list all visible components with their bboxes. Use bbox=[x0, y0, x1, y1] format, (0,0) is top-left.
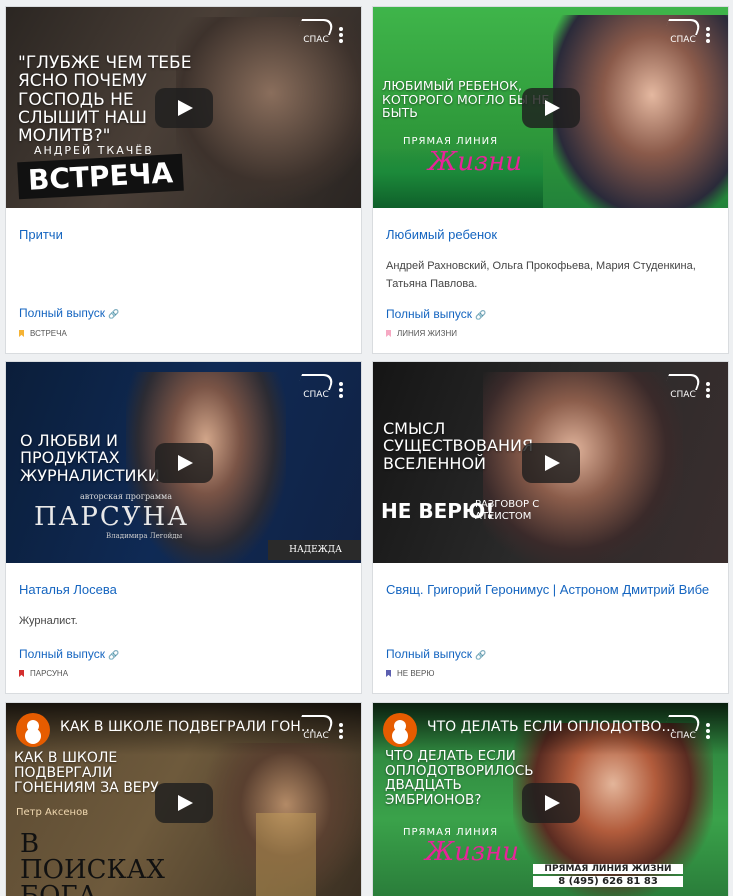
card-description: Журналист. bbox=[19, 615, 78, 627]
video-card: ЧТО ДЕЛАТЬ ЕСЛИ ОПЛОДОТВОРИЛОСЬ ДВАДЦАТЬ… bbox=[372, 702, 729, 896]
thumbnail-badge: НАДЕЖДА bbox=[268, 540, 361, 560]
bookmark-icon bbox=[386, 670, 391, 677]
category-tag[interactable]: Встреча bbox=[19, 329, 67, 338]
more-options-icon[interactable] bbox=[339, 382, 343, 400]
full-episode-link[interactable]: Полный выпуск 🔗 bbox=[19, 647, 119, 661]
card-title[interactable]: Притчи bbox=[19, 225, 348, 245]
card-title[interactable]: Любимый ребенок bbox=[386, 225, 715, 245]
channel-logo: СПАС bbox=[663, 711, 703, 743]
thumbnail-show-name: Парсуна bbox=[34, 502, 189, 532]
thumbnail-show-name: Жизни bbox=[425, 837, 520, 867]
thumbnail-show-name: Жизни bbox=[428, 147, 523, 177]
play-button[interactable] bbox=[154, 87, 213, 128]
category-tag[interactable]: Парсуна bbox=[19, 669, 68, 678]
link-icon: 🔗 bbox=[474, 310, 487, 320]
thumbnail-author: Владимира Легойды bbox=[106, 532, 183, 540]
more-options-icon[interactable] bbox=[706, 723, 710, 741]
thumbnail-headline: Что делать если оплодотворилось двадцать… bbox=[385, 748, 534, 808]
more-options-icon[interactable] bbox=[339, 723, 343, 741]
thumbnail-phone-number: 8 (495) 626 81 83 bbox=[533, 876, 683, 887]
video-card: О любви и продуктах журналистики авторск… bbox=[5, 361, 362, 694]
bookmark-icon bbox=[19, 670, 24, 677]
video-card: Смысл существования вселенной Не верю! Р… bbox=[372, 361, 729, 694]
more-options-icon[interactable] bbox=[706, 382, 710, 400]
thumbnail-author: Петр Аксенов bbox=[16, 807, 89, 818]
card-title[interactable]: Наталья Лосева bbox=[19, 580, 348, 600]
bookmark-icon bbox=[19, 330, 24, 337]
play-button[interactable] bbox=[521, 442, 580, 483]
full-episode-link[interactable]: Полный выпуск 🔗 bbox=[386, 647, 486, 661]
category-tag[interactable]: Не верю bbox=[386, 669, 434, 678]
channel-logo: СПАС bbox=[663, 370, 703, 402]
channel-avatar-icon[interactable] bbox=[383, 713, 417, 747]
thumbnail-show-name: В поисках Бога bbox=[20, 829, 165, 896]
youtube-video-title[interactable]: ЧТО ДЕЛАТЬ ЕСЛИ ОПЛОДОТВОРИЛОСЬ ДВАДЦАТЬ… bbox=[427, 719, 682, 735]
thumbnail-headline: Смысл существования вселенной bbox=[383, 419, 534, 473]
video-card: "Глубже чем тебе ясно почему Господь не … bbox=[5, 6, 362, 354]
video-thumbnail[interactable]: О любви и продуктах журналистики авторск… bbox=[6, 362, 361, 563]
thumbnail-show-top: Прямая линия bbox=[403, 136, 499, 147]
youtube-video-title[interactable]: КАК В ШКОЛЕ ПОДВЕГРАЛИ ГОНЕНИЯ ЗА ВЕРУ bbox=[60, 719, 315, 735]
category-tag[interactable]: Линия жизни bbox=[386, 329, 457, 338]
video-thumbnail[interactable]: Смысл существования вселенной Не верю! Р… bbox=[373, 362, 728, 563]
channel-logo: СПАС bbox=[296, 370, 336, 402]
thumbnail-subtitle: авторская программа bbox=[80, 492, 173, 501]
full-episode-link[interactable]: Полный выпуск 🔗 bbox=[386, 307, 486, 321]
play-button[interactable] bbox=[154, 442, 213, 483]
card-description: Андрей Рахновский, Ольга Прокофьева, Мар… bbox=[386, 260, 696, 290]
link-icon: 🔗 bbox=[474, 650, 487, 660]
link-icon: 🔗 bbox=[107, 650, 120, 660]
play-button[interactable] bbox=[154, 783, 213, 823]
play-button[interactable] bbox=[521, 87, 580, 128]
thumbnail-show-subtitle: Разговор с атеистом bbox=[475, 499, 540, 522]
more-options-icon[interactable] bbox=[706, 27, 710, 45]
video-card: КАК В ШКОЛЕ ПОДВЕГРАЛИ ГОНЕНИЯ ЗА ВЕРУ К… bbox=[5, 702, 362, 896]
bookmark-icon bbox=[386, 330, 391, 337]
card-title[interactable]: Свящ. Григорий Геронимус | Астроном Дмит… bbox=[386, 580, 715, 600]
play-button[interactable] bbox=[521, 783, 580, 823]
more-options-icon[interactable] bbox=[339, 27, 343, 45]
full-episode-link[interactable]: Полный выпуск 🔗 bbox=[19, 306, 119, 320]
video-thumbnail[interactable]: "Глубже чем тебе ясно почему Господь не … bbox=[6, 7, 361, 208]
video-card: Любимый ребенок, которого могло бы не бы… bbox=[372, 6, 729, 354]
video-thumbnail[interactable]: ЧТО ДЕЛАТЬ ЕСЛИ ОПЛОДОТВОРИЛОСЬ ДВАДЦАТЬ… bbox=[373, 703, 728, 896]
channel-logo: СПАС bbox=[296, 15, 336, 47]
link-icon: 🔗 bbox=[107, 309, 120, 319]
video-thumbnail[interactable]: КАК В ШКОЛЕ ПОДВЕГРАЛИ ГОНЕНИЯ ЗА ВЕРУ К… bbox=[6, 703, 361, 896]
thumbnail-phone-label: ПРЯМАЯ ЛИНИЯ ЖИЗНИ bbox=[533, 864, 683, 874]
channel-logo: СПАС bbox=[296, 711, 336, 743]
channel-logo: СПАС bbox=[663, 15, 703, 47]
thumbnail-author: Андрей Ткачёв bbox=[34, 144, 154, 157]
video-thumbnail[interactable]: Любимый ребенок, которого могло бы не бы… bbox=[373, 7, 728, 208]
channel-avatar-icon[interactable] bbox=[16, 713, 50, 747]
